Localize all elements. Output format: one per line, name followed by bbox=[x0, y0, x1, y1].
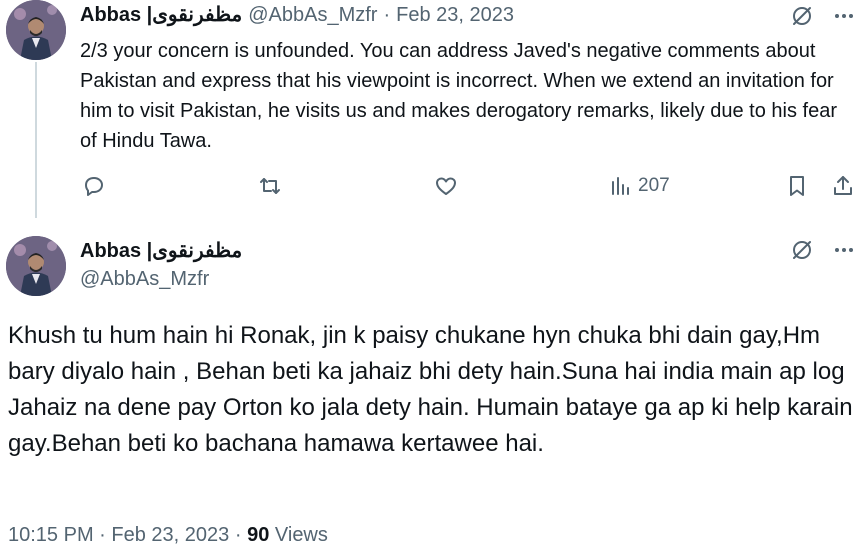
view-count: 90 bbox=[247, 524, 270, 546]
bookmark-icon[interactable] bbox=[783, 172, 811, 200]
tweet-date[interactable]: Feb 23, 2023 bbox=[396, 4, 514, 27]
grok-icon[interactable] bbox=[788, 236, 816, 264]
share-icon[interactable] bbox=[829, 172, 857, 200]
like-icon[interactable] bbox=[432, 172, 460, 200]
retweet-icon[interactable] bbox=[256, 172, 284, 200]
display-name[interactable]: Abbas |مظفرنقوی bbox=[80, 2, 242, 27]
tweet1-header: Abbas |مظفرنقوی @AbbAs_Mzfr · Feb 23, 20… bbox=[80, 2, 514, 27]
more-icon[interactable] bbox=[830, 2, 858, 30]
avatar[interactable] bbox=[6, 0, 66, 60]
views-icon bbox=[608, 174, 632, 198]
views-stat[interactable]: 207 bbox=[608, 172, 670, 200]
handle[interactable]: @AbbAs_Mzfr bbox=[80, 268, 209, 291]
tweet-meta-footer: 10:15 PM · Feb 23, 2023 · 90 Views bbox=[8, 524, 328, 547]
avatar[interactable] bbox=[6, 236, 66, 296]
tweet-date[interactable]: Feb 23, 2023 bbox=[111, 524, 229, 546]
separator: · bbox=[99, 524, 106, 546]
reply-icon[interactable] bbox=[80, 172, 108, 200]
grok-icon[interactable] bbox=[788, 2, 816, 30]
tweet-text: Khush tu hum hain hi Ronak, jin k paisy … bbox=[8, 322, 853, 457]
separator: · bbox=[383, 4, 391, 26]
separator: · bbox=[234, 524, 242, 546]
views-label: Views bbox=[274, 524, 328, 546]
display-name[interactable]: Abbas |مظفرنقوی bbox=[80, 238, 242, 263]
handle[interactable]: @AbbAs_Mzfr bbox=[248, 4, 377, 27]
view-count: 207 bbox=[638, 175, 670, 196]
more-icon[interactable] bbox=[830, 236, 858, 264]
tweet-time[interactable]: 10:15 PM bbox=[8, 524, 94, 546]
tweet-text: 2/3 your concern is unfounded. You can a… bbox=[80, 40, 837, 152]
thread-line bbox=[35, 62, 37, 218]
